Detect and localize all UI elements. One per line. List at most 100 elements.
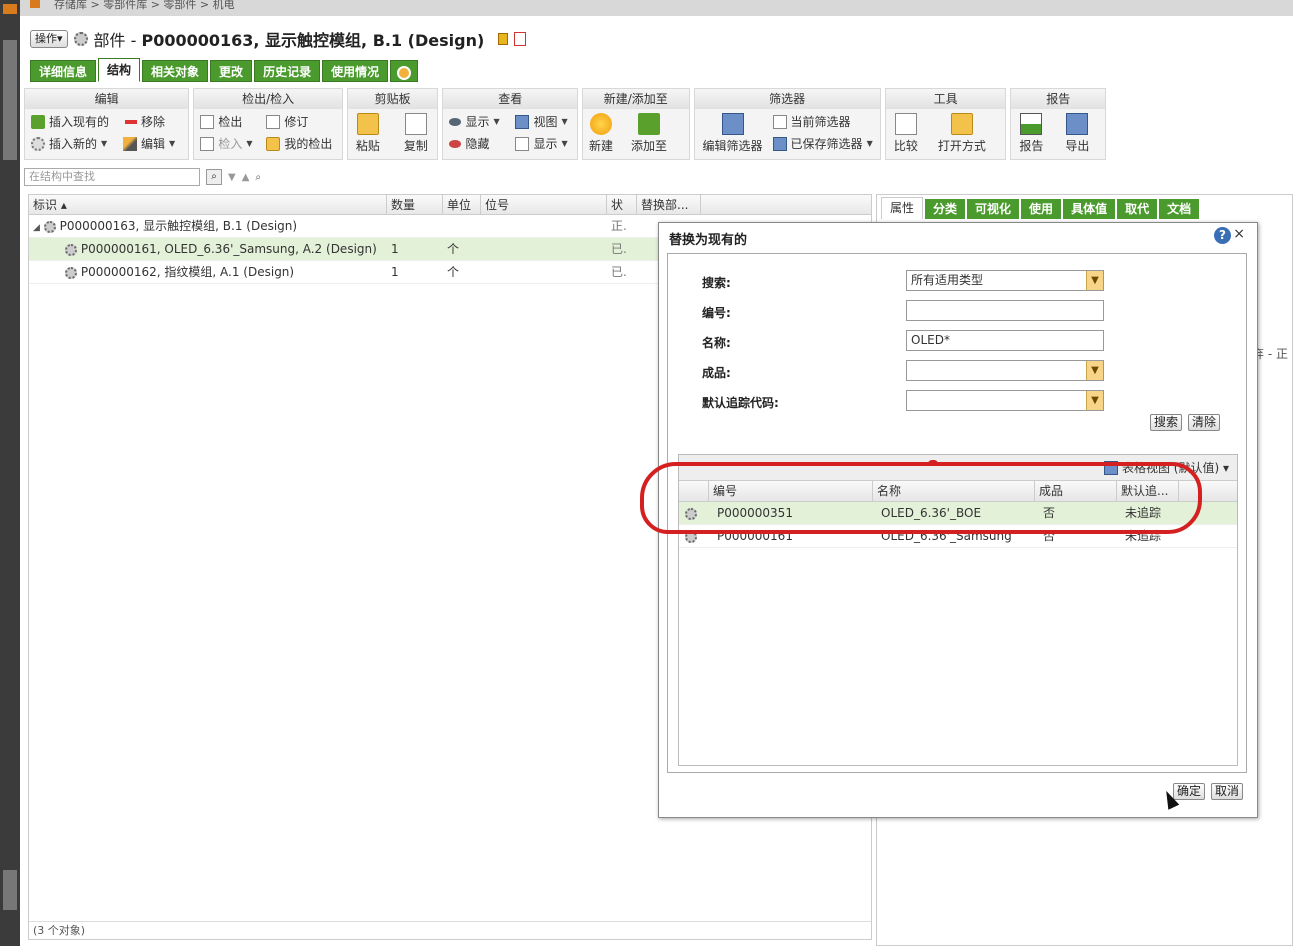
trace-code-select[interactable]: ▼ xyxy=(906,390,1104,411)
tab-related-objects[interactable]: 相关对象 xyxy=(142,60,209,82)
sidebar-icon[interactable] xyxy=(3,4,17,14)
paste-button[interactable]: 粘贴 xyxy=(356,113,380,154)
tab-structure[interactable]: 结构 xyxy=(98,58,141,82)
sidebar-vertical-label[interactable] xyxy=(3,40,17,160)
new-button[interactable]: 新建 xyxy=(589,113,613,154)
view-button[interactable]: 视图 ▼ xyxy=(515,113,568,130)
tab-visualization[interactable]: 可视化 xyxy=(967,199,1020,219)
collapse-icon[interactable]: ◢ xyxy=(33,223,40,233)
compare-button[interactable]: 比较 xyxy=(894,113,918,154)
search-type-select[interactable]: 所有适用类型 ▼ xyxy=(906,270,1104,291)
revise-button[interactable]: 修订 xyxy=(266,113,308,130)
insert-existing-button[interactable]: 插入现有的 xyxy=(31,113,109,130)
col-quantity[interactable]: 数量 xyxy=(387,195,443,214)
tab-attributes[interactable]: 属性 xyxy=(881,197,924,219)
export-button[interactable]: 导出 xyxy=(1065,113,1089,154)
edit-filter-button[interactable]: 编辑筛选器 xyxy=(703,113,763,154)
checkin-button[interactable]: 检入 ▼ xyxy=(200,135,253,152)
tab-use[interactable]: 使用 xyxy=(1021,199,1062,219)
tab-history[interactable]: 历史记录 xyxy=(254,60,321,82)
chevron-down-icon[interactable]: ▼ xyxy=(1086,391,1103,410)
number-input[interactable] xyxy=(906,300,1104,321)
search-down-icon[interactable]: ▼ xyxy=(228,172,236,183)
col-default-trace[interactable]: 默认追... xyxy=(1117,481,1179,501)
close-icon[interactable]: × xyxy=(1233,226,1245,242)
name-input[interactable]: OLED* xyxy=(906,330,1104,351)
show-button[interactable]: 显示 ▼ xyxy=(449,113,500,130)
report-button[interactable]: 报告 xyxy=(1019,113,1043,154)
table-row[interactable]: P000000351 OLED_6.36'_BOE 否 未追踪 xyxy=(679,502,1237,525)
open-with-button[interactable]: 打开方式 xyxy=(938,113,986,154)
col-number[interactable]: 编号 xyxy=(709,481,873,501)
col-unit[interactable]: 单位 xyxy=(443,195,481,214)
insert-new-button[interactable]: 插入新的 ▼ xyxy=(31,135,107,152)
chevron-down-icon: ▼ xyxy=(169,139,176,148)
structure-search-input[interactable]: 在结构中查找 xyxy=(24,168,200,186)
col-replacement[interactable]: 替换部... xyxy=(637,195,701,214)
chevron-down-icon: ▼ xyxy=(101,139,108,148)
tab-details[interactable]: 详细信息 xyxy=(30,60,97,82)
sidebar-vertical-label-bottom[interactable] xyxy=(3,870,17,910)
current-filter-button[interactable]: 当前筛选器 xyxy=(772,113,851,130)
table-row[interactable]: P000000161 OLED_6.36'_Samsung 否 未追踪 xyxy=(679,525,1237,548)
number-label: 编号: xyxy=(702,306,731,320)
search-button[interactable]: 搜索 xyxy=(1150,414,1183,431)
tab-classification[interactable]: 分类 xyxy=(925,199,966,219)
add-to-icon xyxy=(637,113,660,135)
add-tab-icon xyxy=(397,65,412,80)
col-name[interactable]: 名称 xyxy=(873,481,1035,501)
saved-filter-button[interactable]: 已保存筛选器 ▼ xyxy=(772,135,873,152)
checkout-icon xyxy=(200,114,215,129)
table-view-button[interactable]: 表格视图 (默认值) ▾ xyxy=(1103,459,1229,476)
chevron-down-icon: ▼ xyxy=(561,117,568,126)
checkout-status-icon[interactable] xyxy=(498,33,509,45)
product-select[interactable]: ▼ xyxy=(906,360,1104,381)
ok-button[interactable]: 确定 xyxy=(1173,783,1206,800)
binoculars-icon[interactable]: ⌕ xyxy=(206,169,222,185)
edit-button[interactable]: 编辑 ▼ xyxy=(123,135,175,152)
cancel-button[interactable]: 取消 xyxy=(1211,783,1244,800)
product-label: 成品: xyxy=(702,366,731,380)
col-status[interactable]: 状 xyxy=(607,195,637,214)
my-checkout-button[interactable]: 我的检出 xyxy=(266,135,332,152)
copy-button[interactable]: 复制 xyxy=(404,113,428,154)
remove-button[interactable]: 移除 xyxy=(125,113,165,130)
chevron-down-icon[interactable]: ▼ xyxy=(1086,361,1103,380)
structure-table-header: 标识 ▴ 数量 单位 位号 状 替换部... xyxy=(29,195,871,215)
col-position[interactable]: 位号 xyxy=(481,195,607,214)
col-identifier[interactable]: 标识 ▴ xyxy=(29,195,387,214)
actions-menu-button[interactable]: 操作▾ xyxy=(30,30,68,48)
plus-icon xyxy=(31,114,45,129)
search-all-icon[interactable]: ⌕ xyxy=(255,172,261,183)
tab-add[interactable] xyxy=(390,60,419,82)
tab-changes[interactable]: 更改 xyxy=(210,60,253,82)
replace-existing-dialog: 替换为现有的 ? × 搜索: 所有适用类型 ▼ 编号: 名称: OLED* 成品… xyxy=(658,222,1258,818)
chevron-down-icon[interactable]: ▼ xyxy=(1086,271,1103,290)
table-view-icon xyxy=(1103,460,1118,475)
tab-documents[interactable]: 文档 xyxy=(1159,199,1200,219)
results-header: 编号 名称 成品 默认追... xyxy=(679,481,1237,502)
chevron-down-icon: ▼ xyxy=(493,117,500,126)
tab-usage[interactable]: 使用情况 xyxy=(322,60,389,82)
search-results-table: 表格视图 (默认值) ▾ 编号 名称 成品 默认追... P000000351 … xyxy=(678,454,1238,766)
group-view-title: 查看 xyxy=(443,89,577,109)
home-icon[interactable] xyxy=(30,0,40,8)
assembly-gear-icon xyxy=(43,220,56,233)
new-star-icon xyxy=(589,113,612,135)
display-icon xyxy=(515,136,530,151)
tab-specific-values[interactable]: 具体值 xyxy=(1063,199,1116,219)
col-product[interactable]: 成品 xyxy=(1035,481,1117,501)
checkout-button[interactable]: 检出 xyxy=(200,113,242,130)
part-gear-icon xyxy=(65,243,77,256)
compare-icon xyxy=(894,113,917,135)
current-filter-icon xyxy=(772,114,787,129)
document-icon[interactable] xyxy=(514,32,527,46)
add-to-button[interactable]: 添加至 xyxy=(631,113,667,154)
search-up-icon[interactable]: ▲ xyxy=(242,172,250,183)
tab-supersede[interactable]: 取代 xyxy=(1117,199,1158,219)
help-icon[interactable]: ? xyxy=(1214,227,1231,244)
display-button[interactable]: 显示 ▼ xyxy=(515,135,568,152)
clear-button[interactable]: 清除 xyxy=(1188,414,1221,431)
name-label: 名称: xyxy=(702,336,731,350)
hide-button[interactable]: 隐藏 xyxy=(449,135,489,152)
